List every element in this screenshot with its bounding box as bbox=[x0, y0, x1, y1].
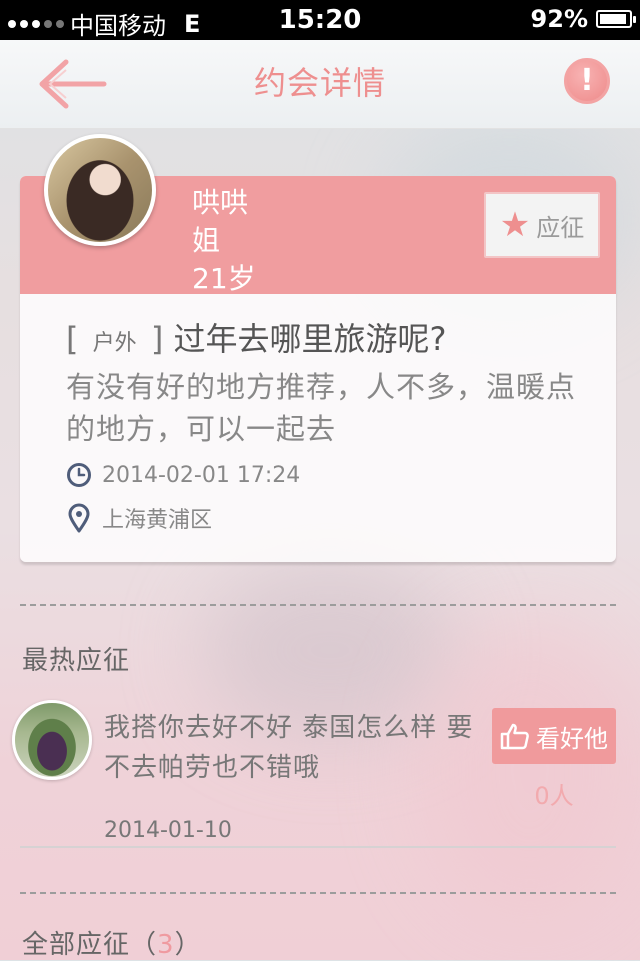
battery-fill bbox=[600, 14, 626, 24]
user-info: 哄哄 姐 21岁 bbox=[192, 184, 256, 294]
bracket-close: ] bbox=[150, 320, 164, 358]
user-age: 21岁 bbox=[192, 262, 256, 294]
battery-percent: 92% bbox=[530, 5, 588, 33]
apply-button-label: 应征 bbox=[536, 213, 585, 242]
date-time-row: 2014-02-01 17:24 bbox=[66, 462, 300, 488]
date-topic: [ 户外 ] 过年去哪里旅游呢? bbox=[66, 314, 447, 360]
date-description: 有没有好的地方推荐，人不多，温暖点的地方，可以一起去 bbox=[66, 370, 577, 446]
reply-date: 2014-01-10 bbox=[104, 818, 232, 843]
reply-text: 我搭你去好不好 泰国怎么样 要不去帕劳也不错哦 bbox=[104, 713, 474, 783]
report-button[interactable]: ! bbox=[564, 58, 610, 104]
reply-divider bbox=[20, 846, 616, 848]
alert-icon: ! bbox=[580, 63, 594, 98]
location: 上海黄浦区 bbox=[102, 508, 213, 533]
user-avatar[interactable] bbox=[44, 134, 156, 246]
location-pin-icon bbox=[68, 503, 90, 533]
hot-replies-title: 最热应征 bbox=[22, 646, 131, 676]
reply-avatar[interactable] bbox=[12, 700, 92, 780]
all-replies-suffix: ） bbox=[174, 930, 202, 960]
battery-info: 92% bbox=[530, 5, 636, 33]
clock-icon bbox=[67, 463, 91, 487]
bracket-open: [ bbox=[66, 320, 79, 358]
all-replies-title: 全部应征（3） bbox=[22, 924, 202, 961]
all-replies-label: 全部应征（ bbox=[22, 930, 158, 960]
like-button-label: 看好他 bbox=[536, 724, 608, 753]
like-button[interactable]: 看好他 bbox=[492, 708, 616, 764]
like-count: 0人 bbox=[534, 782, 574, 810]
apply-button[interactable]: ★ 应征 bbox=[484, 192, 600, 258]
navigation-bar: 约会详情 ! bbox=[0, 40, 640, 129]
user-name-line2: 姐 bbox=[192, 224, 221, 257]
battery-icon bbox=[596, 10, 636, 28]
all-replies-count: 3 bbox=[157, 930, 175, 960]
category-tag: 户外 bbox=[92, 331, 137, 356]
section-divider bbox=[20, 892, 616, 894]
location-row: 上海黄浦区 bbox=[66, 502, 212, 534]
page-title: 约会详情 bbox=[253, 64, 386, 102]
user-name-line1: 哄哄 bbox=[192, 186, 249, 219]
status-bar: 中国移动 E 15:20 92% bbox=[0, 0, 640, 40]
star-icon: ★ bbox=[499, 205, 531, 245]
date-time: 2014-02-01 17:24 bbox=[102, 462, 301, 488]
section-divider bbox=[20, 604, 616, 606]
date-title: 过年去哪里旅游呢? bbox=[173, 320, 447, 358]
thumbs-up-icon bbox=[500, 723, 529, 750]
